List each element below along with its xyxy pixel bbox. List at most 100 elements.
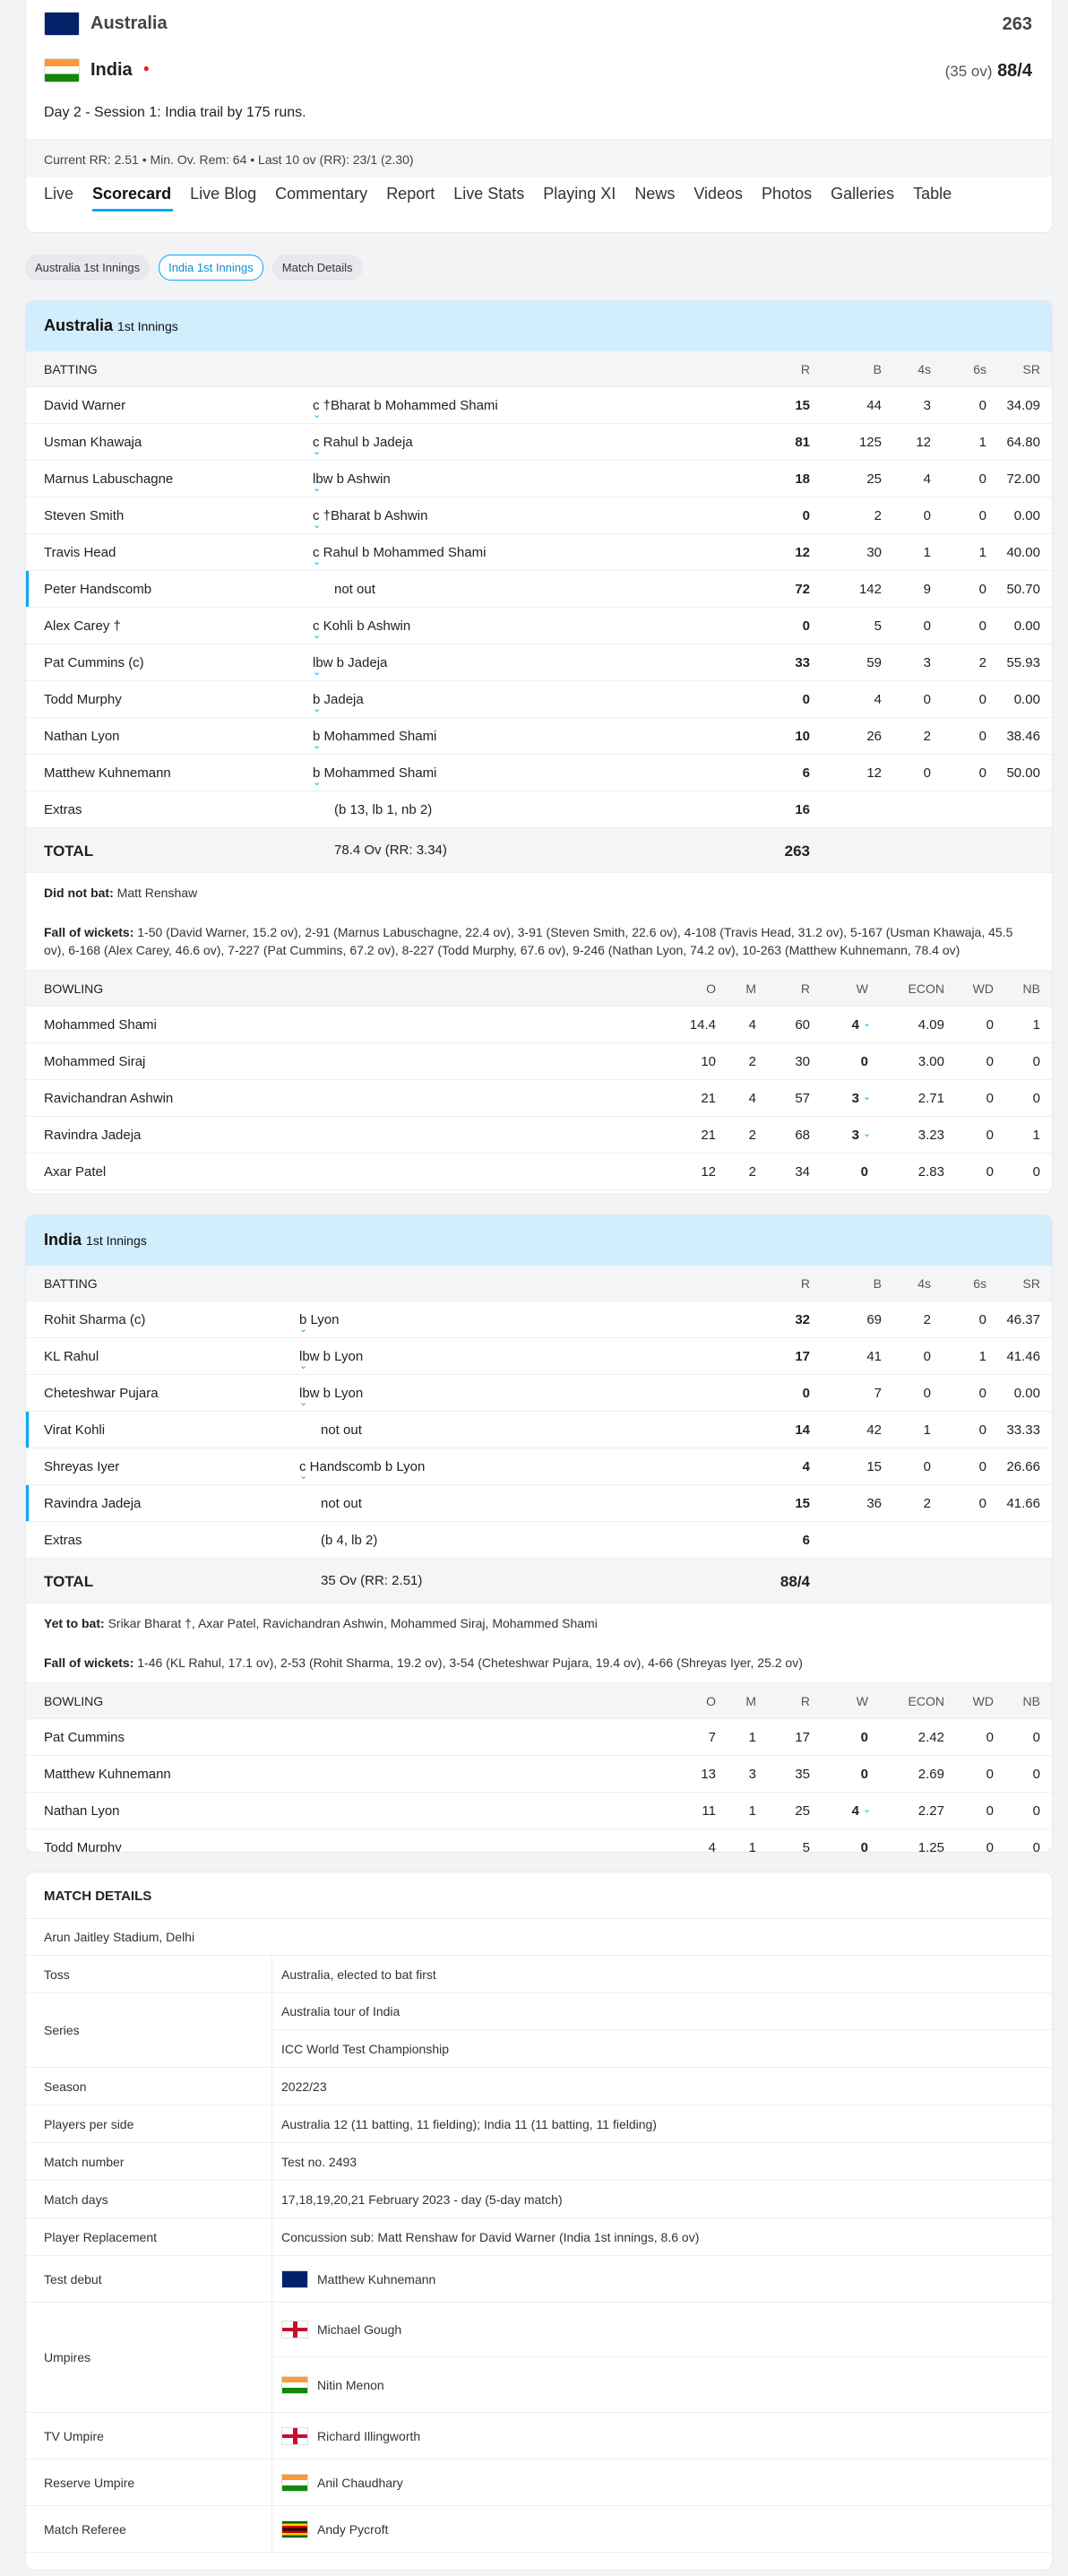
expand-chevron-icon[interactable]: ⌄ bbox=[313, 739, 321, 751]
detail-link[interactable]: Nitin Menon bbox=[317, 2378, 384, 2392]
bowler-row[interactable]: Pat Cummins 7 1 17 0 2.42 0 0 bbox=[26, 1719, 1052, 1756]
batter-name[interactable]: Alex Carey † bbox=[44, 618, 121, 634]
expand-chevron-icon[interactable]: ⌄ bbox=[313, 556, 321, 567]
batter-row[interactable]: Shreyas Iyer ⌄ c Handscomb b Lyon 4 15 0 0 26.6… bbox=[26, 1448, 1052, 1485]
batter-row[interactable]: Alex Carey † ⌄ c Kohli b Ashwin 0 5 0 0 0.00 bbox=[26, 608, 1052, 644]
expand-chevron-icon[interactable]: ⌄ bbox=[313, 666, 321, 678]
detail-link[interactable]: Test no. 2493 bbox=[281, 2155, 357, 2169]
detail-link[interactable]: ICC World Test Championship bbox=[281, 2042, 449, 2056]
batter-row[interactable]: Ravindra Jadeja not out 15 36 2 0 41.66 bbox=[26, 1485, 1052, 1522]
detail-link[interactable]: Richard Illingworth bbox=[317, 2429, 420, 2443]
wickets-chevron-icon[interactable]: ⌄ bbox=[863, 1017, 871, 1029]
bowler-row[interactable]: Mohammed Shami 14.4 4 60 ⌄ 4 4.09 0 1 bbox=[26, 1007, 1052, 1043]
batter-name[interactable]: Nathan Lyon bbox=[44, 729, 120, 744]
dismissal[interactable]: ⌄ c Rahul b Jadeja bbox=[313, 435, 413, 457]
pill-india-1st-innings[interactable]: India 1st Innings bbox=[159, 255, 263, 281]
expand-chevron-icon[interactable]: ⌄ bbox=[313, 445, 321, 457]
batter-name[interactable]: Travis Head bbox=[44, 545, 116, 560]
expand-chevron-icon[interactable]: ⌄ bbox=[299, 1470, 307, 1482]
pill-match-details[interactable]: Match Details bbox=[271, 255, 363, 281]
dismissal[interactable]: ⌄ b Lyon bbox=[299, 1312, 339, 1335]
batter-name[interactable]: Shreyas Iyer bbox=[44, 1459, 119, 1474]
batter-name[interactable]: Virat Kohli bbox=[44, 1422, 105, 1438]
bowler-name[interactable]: Matthew Kuhnemann bbox=[44, 1767, 171, 1782]
batter-name[interactable]: Matthew Kuhnemann bbox=[44, 765, 171, 781]
detail-link[interactable]: Matthew Kuhnemann bbox=[317, 2272, 435, 2286]
dismissal[interactable]: ⌄ b Jadeja bbox=[313, 692, 364, 714]
bowler-name[interactable]: Todd Murphy bbox=[44, 1840, 122, 1852]
dismissal[interactable]: ⌄ b Mohammed Shami bbox=[313, 765, 436, 788]
dismissal[interactable]: ⌄ lbw b Lyon bbox=[299, 1349, 363, 1371]
batter-row[interactable]: Usman Khawaja ⌄ c Rahul b Jadeja 81 125 12 1 64… bbox=[26, 424, 1052, 461]
expand-chevron-icon[interactable]: ⌄ bbox=[313, 776, 321, 788]
wickets-chevron-icon[interactable]: ⌄ bbox=[863, 1091, 871, 1102]
batter-row[interactable]: Cheteshwar Pujara ⌄ lbw b Lyon 0 7 0 0 0.00 bbox=[26, 1375, 1052, 1412]
expand-chevron-icon[interactable]: ⌄ bbox=[313, 703, 321, 714]
bowler-name[interactable]: Ravichandran Ashwin bbox=[44, 1091, 173, 1106]
bowler-name[interactable]: Axar Patel bbox=[44, 1164, 106, 1180]
dismissal[interactable]: ⌄ c Handscomb b Lyon bbox=[299, 1459, 425, 1482]
expand-chevron-icon[interactable]: ⌄ bbox=[299, 1323, 307, 1335]
batter-row[interactable]: Nathan Lyon ⌄ b Mohammed Shami 10 26 2 0 38.46 bbox=[26, 718, 1052, 755]
detail-link[interactable]: Michael Gough bbox=[317, 2322, 401, 2337]
batter-row[interactable]: David Warner ⌄ c †Bharat b Mohammed Shami 1… bbox=[26, 387, 1052, 424]
batter-name[interactable]: Usman Khawaja bbox=[44, 435, 142, 450]
batter-row[interactable]: Travis Head ⌄ c Rahul b Mohammed Shami 12 30… bbox=[26, 534, 1052, 571]
expand-chevron-icon[interactable]: ⌄ bbox=[313, 629, 321, 641]
tab-news[interactable]: News bbox=[634, 175, 684, 213]
dismissal[interactable]: ⌄ c †Bharat b Ashwin bbox=[313, 508, 427, 531]
tab-commentary[interactable]: Commentary bbox=[275, 175, 376, 213]
batter-name[interactable]: Cheteshwar Pujara bbox=[44, 1386, 159, 1401]
dismissal[interactable]: ⌄ c Rahul b Mohammed Shami bbox=[313, 545, 486, 567]
tab-scorecard[interactable]: Scorecard bbox=[92, 175, 180, 213]
expand-chevron-icon[interactable]: ⌄ bbox=[313, 482, 321, 494]
did-not-bat-players[interactable]: Matt Renshaw bbox=[117, 886, 197, 900]
bowler-row[interactable]: Ravichandran Ashwin 21 4 57 ⌄ 3 2.71 0 0 bbox=[26, 1080, 1052, 1117]
detail-link[interactable]: Australia tour of India bbox=[281, 2004, 400, 2018]
dismissal[interactable]: ⌄ lbw b Ashwin bbox=[313, 471, 391, 494]
batter-row[interactable]: Rohit Sharma (c) ⌄ b Lyon 32 69 2 0 46.37 bbox=[26, 1301, 1052, 1338]
tab-photos[interactable]: Photos bbox=[762, 175, 821, 213]
batter-name[interactable]: Ravindra Jadeja bbox=[44, 1496, 141, 1511]
wickets-chevron-icon[interactable]: ⌄ bbox=[863, 1803, 871, 1815]
batter-name[interactable]: Peter Handscomb bbox=[44, 582, 151, 597]
pill-australia-1st-innings[interactable]: Australia 1st Innings bbox=[25, 255, 151, 281]
batter-row[interactable]: Virat Kohli not out 14 42 1 0 33.33 bbox=[26, 1412, 1052, 1448]
batter-name[interactable]: David Warner bbox=[44, 398, 125, 413]
bowler-row[interactable]: Nathan Lyon 11 1 25 ⌄ 4 2.27 0 0 bbox=[26, 1793, 1052, 1829]
batter-name[interactable]: Pat Cummins (c) bbox=[44, 655, 144, 670]
batter-row[interactable]: Peter Handscomb not out 72 142 9 0 50.70 bbox=[26, 571, 1052, 608]
wickets-chevron-icon[interactable]: ⌄ bbox=[863, 1128, 871, 1139]
bowler-name[interactable]: Pat Cummins bbox=[44, 1730, 125, 1745]
expand-chevron-icon[interactable]: ⌄ bbox=[299, 1360, 307, 1371]
batter-name[interactable]: Steven Smith bbox=[44, 508, 124, 523]
tab-videos[interactable]: Videos bbox=[693, 175, 752, 213]
batter-row[interactable]: Steven Smith ⌄ c †Bharat b Ashwin 0 2 0 0 0.00 bbox=[26, 497, 1052, 534]
detail-link[interactable]: Anil Chaudhary bbox=[317, 2476, 403, 2490]
expand-chevron-icon[interactable]: ⌄ bbox=[313, 519, 321, 531]
tab-report[interactable]: Report bbox=[386, 175, 444, 213]
yet-to-bat-players[interactable]: Srikar Bharat †, Axar Patel, Ravichandra… bbox=[108, 1616, 598, 1630]
dismissal[interactable]: ⌄ c †Bharat b Mohammed Shami bbox=[313, 398, 498, 420]
bowler-row[interactable]: Matthew Kuhnemann 13 3 35 0 2.69 0 0 bbox=[26, 1756, 1052, 1793]
expand-chevron-icon[interactable]: ⌄ bbox=[313, 409, 321, 420]
tab-live-blog[interactable]: Live Blog bbox=[190, 175, 265, 213]
bowler-row[interactable]: Ravindra Jadeja 21 2 68 ⌄ 3 3.23 0 1 bbox=[26, 1117, 1052, 1154]
batter-name[interactable]: KL Rahul bbox=[44, 1349, 99, 1364]
batter-row[interactable]: Matthew Kuhnemann ⌄ b Mohammed Shami 6 12 0 0 5… bbox=[26, 755, 1052, 791]
dismissal[interactable]: ⌄ b Mohammed Shami bbox=[313, 729, 436, 751]
tab-playing-xi[interactable]: Playing XI bbox=[543, 175, 624, 213]
batter-name[interactable]: Todd Murphy bbox=[44, 692, 122, 707]
batter-row[interactable]: Pat Cummins (c) ⌄ lbw b Jadeja 33 59 3 2 55.93 bbox=[26, 644, 1052, 681]
tab-table[interactable]: Table bbox=[913, 175, 960, 213]
bowler-name[interactable]: Nathan Lyon bbox=[44, 1803, 120, 1819]
batter-name[interactable]: Marnus Labuschagne bbox=[44, 471, 173, 487]
tab-live-stats[interactable]: Live Stats bbox=[453, 175, 533, 213]
tab-live[interactable]: Live bbox=[44, 175, 82, 213]
dismissal[interactable]: ⌄ c Kohli b Ashwin bbox=[313, 618, 410, 641]
dismissal[interactable]: ⌄ lbw b Lyon bbox=[299, 1386, 363, 1408]
detail-link[interactable]: 2022/23 bbox=[281, 2079, 327, 2094]
bowler-name[interactable]: Ravindra Jadeja bbox=[44, 1128, 141, 1143]
bowler-row[interactable]: Mohammed Siraj 10 2 30 0 3.00 0 0 bbox=[26, 1043, 1052, 1080]
bowler-row[interactable]: Axar Patel 12 2 34 0 2.83 0 0 bbox=[26, 1154, 1052, 1190]
